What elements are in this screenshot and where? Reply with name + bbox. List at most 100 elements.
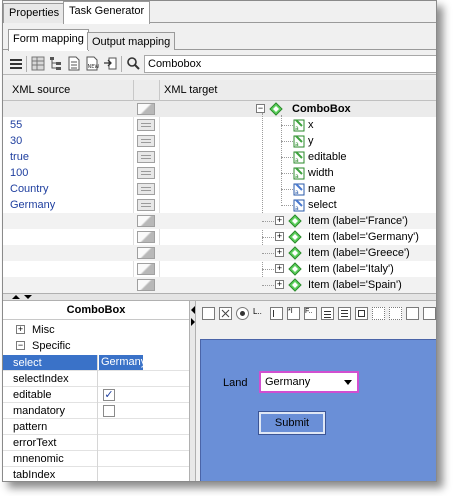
source-value: true: [10, 151, 29, 163]
grid-icon[interactable]: [31, 56, 45, 71]
selection-tool-icon[interactable]: [372, 307, 385, 320]
expand-icon[interactable]: +: [275, 232, 284, 241]
top-tab-bar: Properties Task Generator: [3, 1, 436, 24]
table-row[interactable]: true a editable: [3, 149, 436, 165]
search-input[interactable]: Combobox: [144, 55, 436, 73]
xml-target-header: XML target: [164, 84, 218, 96]
attr-y-label: y: [308, 135, 314, 147]
checkbox-tool-icon[interactable]: [219, 307, 232, 320]
table-row[interactable]: + Item (label='France'): [3, 213, 436, 229]
prop-row-selectindex[interactable]: selectIndex: [3, 371, 189, 387]
table-tool-icon[interactable]: [338, 307, 351, 320]
expand-icon[interactable]: +: [275, 216, 284, 225]
tab-form-mapping[interactable]: Form mapping: [8, 29, 89, 51]
radio-tool-icon[interactable]: [236, 307, 249, 320]
list-tool-icon[interactable]: [321, 307, 334, 320]
collapse-icon[interactable]: −: [256, 104, 265, 113]
list-icon[interactable]: [9, 56, 23, 71]
map-button[interactable]: [137, 103, 155, 115]
field-tool-icon[interactable]: F..: [304, 307, 317, 320]
lasso-tool-icon[interactable]: [389, 307, 402, 320]
prop-key: select: [3, 355, 97, 370]
prop-key: editable: [13, 389, 52, 401]
vertical-splitter[interactable]: [189, 301, 196, 481]
document-icon[interactable]: [67, 56, 81, 71]
group-misc-label: Misc: [32, 324, 55, 336]
table-row[interactable]: + Item (label='Greece'): [3, 245, 436, 261]
prop-key: mnenomic: [13, 453, 64, 465]
splitter-arrows-icon[interactable]: [11, 294, 35, 300]
expand-icon[interactable]: +: [275, 280, 284, 289]
map-button[interactable]: [137, 119, 155, 131]
collapse-icon[interactable]: −: [16, 341, 25, 350]
editable-checkbox[interactable]: ✓: [103, 389, 115, 401]
new-document-icon[interactable]: NEW: [85, 56, 99, 71]
horizontal-splitter[interactable]: [3, 293, 436, 301]
tab-properties[interactable]: Properties: [3, 3, 66, 23]
prop-row-mnenomic[interactable]: mnenomic: [3, 451, 189, 467]
table-row[interactable]: 30 a y: [3, 133, 436, 149]
prop-row-errortext[interactable]: errorText: [3, 435, 189, 451]
tab-task-generator[interactable]: Task Generator: [63, 1, 151, 24]
expand-icon[interactable]: +: [275, 248, 284, 257]
element-icon: [269, 102, 283, 116]
label-tool-icon[interactable]: L..: [253, 307, 266, 320]
password-tool-icon[interactable]: *I: [287, 307, 300, 320]
combobox-label: ComboBox: [292, 103, 351, 115]
map-button[interactable]: [137, 231, 155, 243]
form-preview-panel: L.. *I F.. Land Germany Submit: [196, 301, 436, 481]
group-specific[interactable]: − Specific: [3, 338, 189, 354]
search-icon: [127, 57, 140, 70]
table-row[interactable]: 100 a width: [3, 165, 436, 181]
mapping-table: − ComboBox 55 a x 30 a y true a editable…: [3, 101, 436, 293]
prop-row-select[interactable]: select Germany: [3, 355, 189, 371]
submit-button[interactable]: Submit: [258, 411, 326, 435]
item-label: Item (label='Germany'): [308, 231, 419, 243]
form-canvas: Land Germany Submit: [200, 339, 436, 481]
item-label: Item (label='Greece'): [308, 247, 410, 259]
prop-row-pattern[interactable]: pattern: [3, 419, 189, 435]
prop-row-editable[interactable]: editable ✓: [3, 387, 189, 403]
map-button[interactable]: [137, 183, 155, 195]
table-row[interactable]: − ComboBox: [3, 101, 436, 117]
mandatory-checkbox[interactable]: [103, 405, 115, 417]
attribute-icon: a: [293, 167, 305, 180]
element-icon: [288, 278, 302, 292]
table-row[interactable]: 55 a x: [3, 117, 436, 133]
combobox-value: Germany: [265, 376, 311, 388]
attribute-icon: a: [293, 135, 305, 148]
tree-icon[interactable]: [49, 56, 63, 71]
prop-key: errorText: [13, 437, 57, 449]
prop-value[interactable]: Germany: [99, 355, 146, 370]
table-row[interactable]: Germany a select: [3, 197, 436, 213]
map-button[interactable]: [137, 199, 155, 211]
rectangle-tool-icon[interactable]: [202, 307, 215, 320]
map-button[interactable]: [137, 247, 155, 259]
tab-output-mapping[interactable]: Output mapping: [87, 32, 176, 50]
map-button[interactable]: [137, 215, 155, 227]
import-icon[interactable]: [103, 56, 117, 71]
map-button[interactable]: [137, 279, 155, 291]
prop-row-tabindex[interactable]: tabIndex: [3, 467, 189, 481]
table-row[interactable]: Country a name: [3, 181, 436, 197]
table-row[interactable]: + Item (label='Germany'): [3, 229, 436, 245]
textfield-tool-icon[interactable]: [270, 307, 283, 320]
map-button[interactable]: [137, 151, 155, 163]
map-button[interactable]: [137, 263, 155, 275]
expand-icon[interactable]: +: [275, 264, 284, 273]
table-row[interactable]: + Item (label='Spain'): [3, 277, 436, 293]
grid-tool-icon[interactable]: [355, 307, 368, 320]
prop-row-mandatory[interactable]: mandatory: [3, 403, 189, 419]
map-button[interactable]: [137, 135, 155, 147]
extra-tool-icon[interactable]: [423, 307, 436, 320]
group-misc[interactable]: + Misc: [3, 322, 189, 338]
expand-icon[interactable]: +: [16, 325, 25, 334]
country-combobox[interactable]: Germany: [259, 371, 359, 393]
table-row[interactable]: + Item (label='Italy'): [3, 261, 436, 277]
map-button[interactable]: [137, 167, 155, 179]
chevron-down-icon[interactable]: [344, 380, 352, 385]
more-tool-icon[interactable]: [406, 307, 419, 320]
item-label: Item (label='France'): [308, 215, 408, 227]
item-label: Item (label='Italy'): [308, 263, 394, 275]
svg-text:a: a: [295, 141, 299, 148]
